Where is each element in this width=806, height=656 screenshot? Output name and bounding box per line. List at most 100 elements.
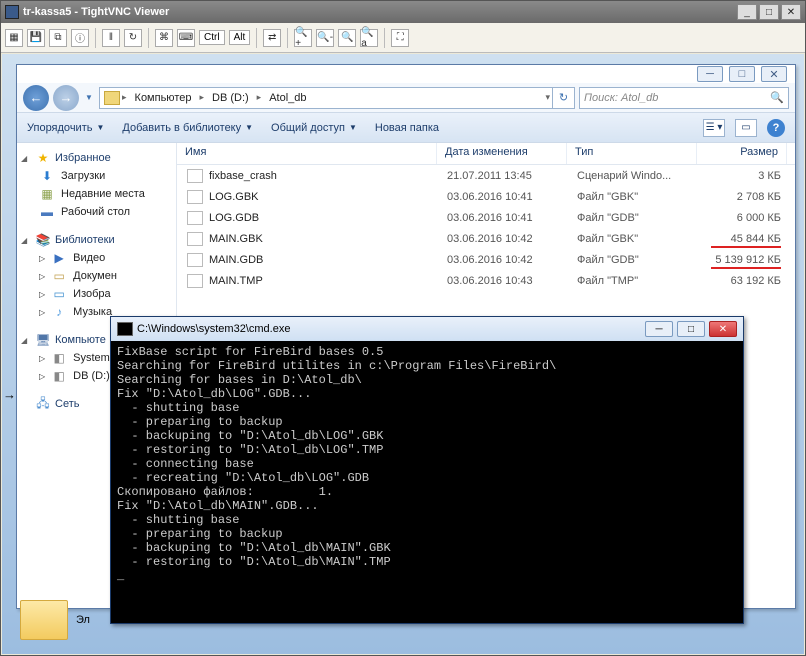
preview-pane-button[interactable]: ▭ xyxy=(735,119,757,137)
file-name: MAIN.GDB xyxy=(209,254,263,266)
desktop-folder-label: Эл xyxy=(76,614,90,626)
sidebar-item-video[interactable]: ▷▶Видео xyxy=(21,249,172,267)
file-type: Файл "GBK" xyxy=(569,191,699,203)
vnc-tb-transfer[interactable]: ⇄ xyxy=(263,29,281,47)
file-name: LOG.GDB xyxy=(209,212,259,224)
explorer-close-button[interactable]: ✕ xyxy=(761,66,787,82)
star-icon: ★ xyxy=(35,151,51,165)
vnc-tb-ctrl[interactable]: Ctrl xyxy=(199,30,225,45)
file-row[interactable]: LOG.GDB03.06.2016 10:41Файл "GDB"6 000 К… xyxy=(177,207,795,228)
vnc-tb-refresh[interactable]: ↻ xyxy=(124,29,142,47)
file-icon xyxy=(187,169,203,183)
file-size: 3 КБ xyxy=(699,170,789,182)
file-row[interactable]: LOG.GBK03.06.2016 10:41Файл "GBK"2 708 К… xyxy=(177,186,795,207)
vnc-tb-new[interactable]: ▦ xyxy=(5,29,23,47)
vnc-tb-zoom-out[interactable]: 🔍- xyxy=(316,29,334,47)
file-type: Файл "GBK" xyxy=(569,233,699,245)
document-icon: ▭ xyxy=(51,269,67,283)
vnc-close-button[interactable]: ✕ xyxy=(781,4,801,20)
explorer-minimize-button[interactable]: ─ xyxy=(697,66,723,82)
vnc-tb-keys[interactable]: ⌨ xyxy=(177,29,195,47)
file-row[interactable]: MAIN.GBK03.06.2016 10:42Файл "GBK"45 844… xyxy=(177,228,795,249)
cmd-output: FixBase script for FireBird bases 0.5 Se… xyxy=(111,341,743,623)
vnc-tb-info[interactable]: ⓘ xyxy=(71,29,89,47)
download-icon: ⬇ xyxy=(39,169,55,183)
file-size: 5 139 912 КБ xyxy=(699,254,789,266)
explorer-maximize-button[interactable]: □ xyxy=(729,66,755,82)
file-date: 03.06.2016 10:43 xyxy=(439,275,569,287)
sidebar-item-documents[interactable]: ▷▭Докумен xyxy=(21,267,172,285)
view-mode-button[interactable]: ☰ ▾ xyxy=(703,119,725,137)
file-size: 2 708 КБ xyxy=(699,191,789,203)
sidebar-item-recent[interactable]: ▦Недавние места xyxy=(21,185,172,203)
sidebar-item-desktop[interactable]: ▬Рабочий стол xyxy=(21,203,172,221)
cmd-share[interactable]: Общий доступ▼ xyxy=(271,122,357,134)
breadcrumb-seg-2[interactable]: Atol_db xyxy=(263,92,312,104)
drive-icon: ◧ xyxy=(51,369,67,383)
vnc-tb-alt[interactable]: Alt xyxy=(229,30,251,45)
explorer-command-bar: Упорядочить▼ Добавить в библиотеку▼ Общи… xyxy=(17,113,795,143)
file-list-header: Имя Дата изменения Тип Размер xyxy=(177,143,795,165)
breadcrumb-seg-0[interactable]: Компьютер xyxy=(129,92,198,104)
vnc-tb-zoom-auto[interactable]: 🔍a xyxy=(360,29,378,47)
col-date[interactable]: Дата изменения xyxy=(437,143,567,164)
col-name[interactable]: Имя xyxy=(177,143,437,164)
desktop-folder-icon[interactable] xyxy=(20,600,68,640)
sidebar-item-pictures[interactable]: ▷▭Изобра xyxy=(21,285,172,303)
breadcrumb-dropdown[interactable]: ▾ xyxy=(545,92,550,103)
sidebar-item-downloads[interactable]: ⬇Загрузки xyxy=(21,167,172,185)
cmd-minimize-button[interactable]: ─ xyxy=(645,321,673,337)
file-row[interactable]: MAIN.TMP03.06.2016 10:43Файл "TMP"63 192… xyxy=(177,270,795,291)
cmd-maximize-button[interactable]: □ xyxy=(677,321,705,337)
vnc-maximize-button[interactable]: □ xyxy=(759,4,779,20)
search-input[interactable]: Поиск: Atol_db 🔍 xyxy=(579,87,789,109)
vnc-tb-fullscreen[interactable]: ⛶ xyxy=(391,29,409,47)
vnc-toolbar: ▦ 💾 ⧉ ⓘ ‖ ↻ ⌘ ⌨ Ctrl Alt ⇄ 🔍+ 🔍- 🔍 🔍a ⛶ xyxy=(1,23,805,53)
help-button[interactable]: ? xyxy=(767,119,785,137)
vnc-tb-pause[interactable]: ‖ xyxy=(102,29,120,47)
vnc-tb-cad[interactable]: ⌘ xyxy=(155,29,173,47)
breadcrumb-seg-1[interactable]: DB (D:) xyxy=(206,92,255,104)
file-row[interactable]: fixbase_crash21.07.2011 13:45Сценарий Wi… xyxy=(177,165,795,186)
nav-forward-button[interactable]: → xyxy=(53,85,79,111)
network-icon: 🖧 xyxy=(35,397,51,411)
cmd-titlebar[interactable]: C:\Windows\system32\cmd.exe ─ □ ✕ xyxy=(111,317,743,341)
vnc-tb-zoom-in[interactable]: 🔍+ xyxy=(294,29,312,47)
highlight-underline xyxy=(711,246,781,248)
cmd-title: C:\Windows\system32\cmd.exe xyxy=(137,323,645,335)
file-row[interactable]: MAIN.GDB03.06.2016 10:42Файл "GDB"5 139 … xyxy=(177,249,795,270)
vnc-tb-zoom-100[interactable]: 🔍 xyxy=(338,29,356,47)
nav-back-button[interactable]: ← xyxy=(23,85,49,111)
col-type[interactable]: Тип xyxy=(567,143,697,164)
nav-history-dropdown[interactable]: ▼ xyxy=(83,93,95,102)
search-icon: 🔍 xyxy=(770,91,784,104)
video-icon: ▶ xyxy=(51,251,67,265)
breadcrumb[interactable]: ▸ Компьютер ▸ DB (D:) ▸ Atol_db ▾ ↻ xyxy=(99,87,575,109)
file-date: 03.06.2016 10:42 xyxy=(439,233,569,245)
file-icon xyxy=(187,211,203,225)
cmd-organize[interactable]: Упорядочить▼ xyxy=(27,122,104,134)
desktop-icon: ▬ xyxy=(39,205,55,219)
file-name: LOG.GBK xyxy=(209,191,259,203)
highlight-underline xyxy=(711,267,781,269)
file-type: Файл "TMP" xyxy=(569,275,699,287)
cmd-add-library[interactable]: Добавить в библиотеку▼ xyxy=(122,122,253,134)
library-icon: 📚 xyxy=(35,233,51,247)
file-icon xyxy=(187,232,203,246)
vnc-tb-save[interactable]: 💾 xyxy=(27,29,45,47)
sidebar-libraries-header[interactable]: ◢📚Библиотеки xyxy=(21,231,172,249)
vnc-minimize-button[interactable]: _ xyxy=(737,4,757,20)
cmd-new-folder[interactable]: Новая папка xyxy=(375,122,439,134)
file-name: MAIN.GBK xyxy=(209,233,263,245)
file-date: 21.07.2011 13:45 xyxy=(439,170,569,182)
cmd-close-button[interactable]: ✕ xyxy=(709,321,737,337)
vnc-tb-options[interactable]: ⧉ xyxy=(49,29,67,47)
sidebar-favorites-header[interactable]: ◢★Избранное xyxy=(21,149,172,167)
refresh-button[interactable]: ↻ xyxy=(552,87,574,109)
vnc-app-icon xyxy=(5,5,19,19)
vnc-titlebar[interactable]: tr-kassa5 - TightVNC Viewer _ □ ✕ xyxy=(1,1,805,23)
col-size[interactable]: Размер xyxy=(697,143,787,164)
file-icon xyxy=(187,190,203,204)
pictures-icon: ▭ xyxy=(51,287,67,301)
drive-icon: ◧ xyxy=(51,351,67,365)
